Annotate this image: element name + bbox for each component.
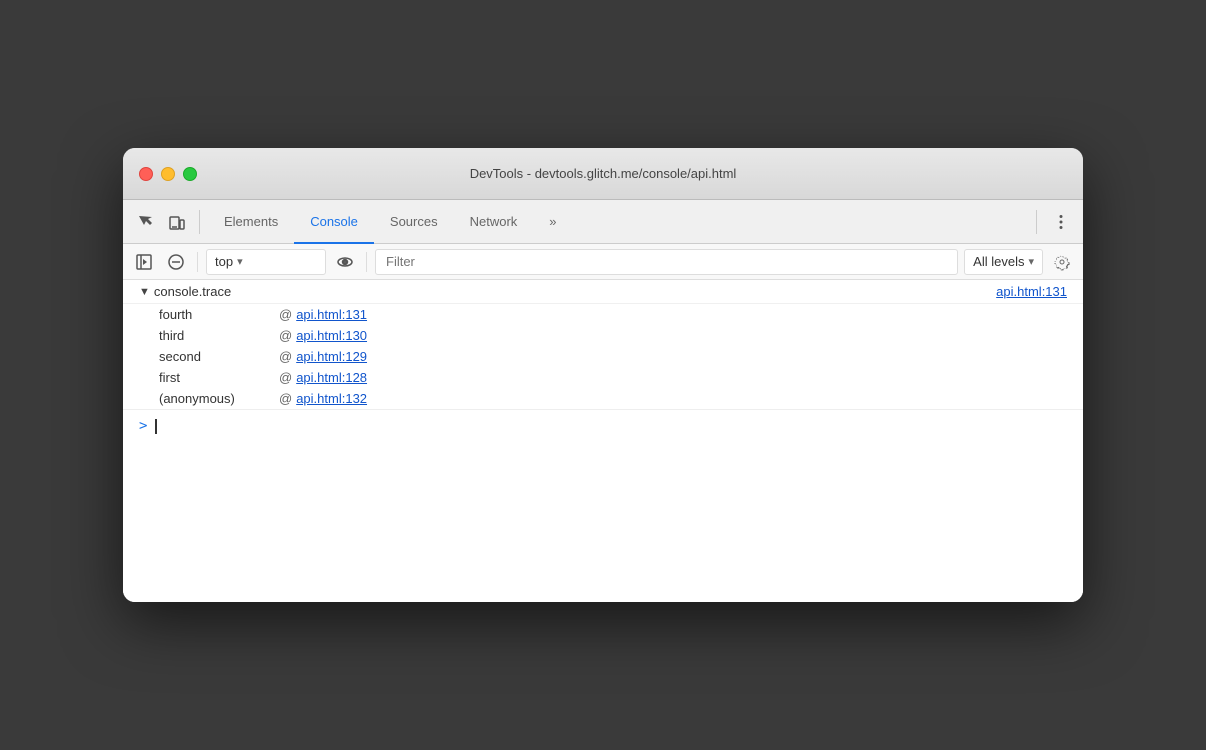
trace-at-3: @ — [279, 370, 292, 385]
trace-at-0: @ — [279, 307, 292, 322]
sidebar-toggle-btn[interactable] — [131, 249, 157, 275]
trace-fn-3: first — [159, 370, 279, 385]
trace-row-0: fourth @ api.html:131 — [123, 304, 1083, 325]
trace-header-link[interactable]: api.html:131 — [996, 284, 1067, 299]
tab-network[interactable]: Network — [454, 201, 534, 244]
maximize-button[interactable] — [183, 167, 197, 181]
trace-link-0[interactable]: api.html:131 — [296, 307, 367, 322]
console-input-row: > — [123, 409, 1083, 442]
trace-fn-4: (anonymous) — [159, 391, 279, 406]
console-divider-2 — [366, 252, 367, 272]
main-toolbar: Elements Console Sources Network » — [123, 200, 1083, 244]
trace-row-4: (anonymous) @ api.html:132 — [123, 388, 1083, 409]
close-button[interactable] — [139, 167, 153, 181]
trace-fn-0: fourth — [159, 307, 279, 322]
console-output: ▼ console.trace api.html:131 fourth @ ap… — [123, 280, 1083, 602]
trace-row-3: first @ api.html:128 — [123, 367, 1083, 388]
trace-fn-2: second — [159, 349, 279, 364]
titlebar: DevTools - devtools.glitch.me/console/ap… — [123, 148, 1083, 200]
tab-console[interactable]: Console — [294, 201, 374, 244]
trace-link-3[interactable]: api.html:128 — [296, 370, 367, 385]
devtools-window: DevTools - devtools.glitch.me/console/ap… — [123, 148, 1083, 602]
trace-row-2: second @ api.html:129 — [123, 346, 1083, 367]
live-expressions-btn[interactable] — [332, 249, 358, 275]
traffic-lights — [139, 167, 197, 181]
console-empty-space — [123, 442, 1083, 602]
toolbar-end — [1030, 208, 1075, 236]
minimize-button[interactable] — [161, 167, 175, 181]
trace-at-4: @ — [279, 391, 292, 406]
more-options-icon[interactable] — [1047, 208, 1075, 236]
console-prompt: > — [139, 418, 147, 434]
toolbar-end-divider — [1036, 210, 1037, 234]
trace-expand-arrow[interactable]: ▼ — [139, 286, 150, 298]
console-cursor[interactable] — [155, 419, 157, 434]
toolbar-divider-1 — [199, 210, 200, 234]
context-arrow: ▾ — [237, 255, 243, 268]
levels-dropdown[interactable]: All levels ▾ — [964, 249, 1043, 275]
context-selector[interactable]: top ▾ — [206, 249, 326, 275]
trace-header: ▼ console.trace api.html:131 — [123, 280, 1083, 304]
tab-sources[interactable]: Sources — [374, 201, 454, 244]
settings-gear-icon[interactable] — [1049, 249, 1075, 275]
console-toolbar: top ▾ All levels ▾ — [123, 244, 1083, 280]
trace-row-1: third @ api.html:130 — [123, 325, 1083, 346]
filter-input[interactable] — [375, 249, 958, 275]
device-toolbar-icon[interactable] — [163, 208, 191, 236]
tabs-container: Elements Console Sources Network » — [208, 200, 1026, 243]
trace-at-1: @ — [279, 328, 292, 343]
levels-arrow: ▾ — [1028, 255, 1034, 268]
trace-link-4[interactable]: api.html:132 — [296, 391, 367, 406]
inspect-element-icon[interactable] — [131, 208, 159, 236]
trace-at-2: @ — [279, 349, 292, 364]
trace-fn-1: third — [159, 328, 279, 343]
window-title: DevTools - devtools.glitch.me/console/ap… — [470, 166, 737, 181]
console-divider-1 — [197, 252, 198, 272]
clear-console-btn[interactable] — [163, 249, 189, 275]
tab-more[interactable]: » — [533, 201, 572, 244]
trace-link-1[interactable]: api.html:130 — [296, 328, 367, 343]
tab-elements[interactable]: Elements — [208, 201, 294, 244]
trace-link-2[interactable]: api.html:129 — [296, 349, 367, 364]
trace-label: console.trace — [154, 284, 231, 299]
